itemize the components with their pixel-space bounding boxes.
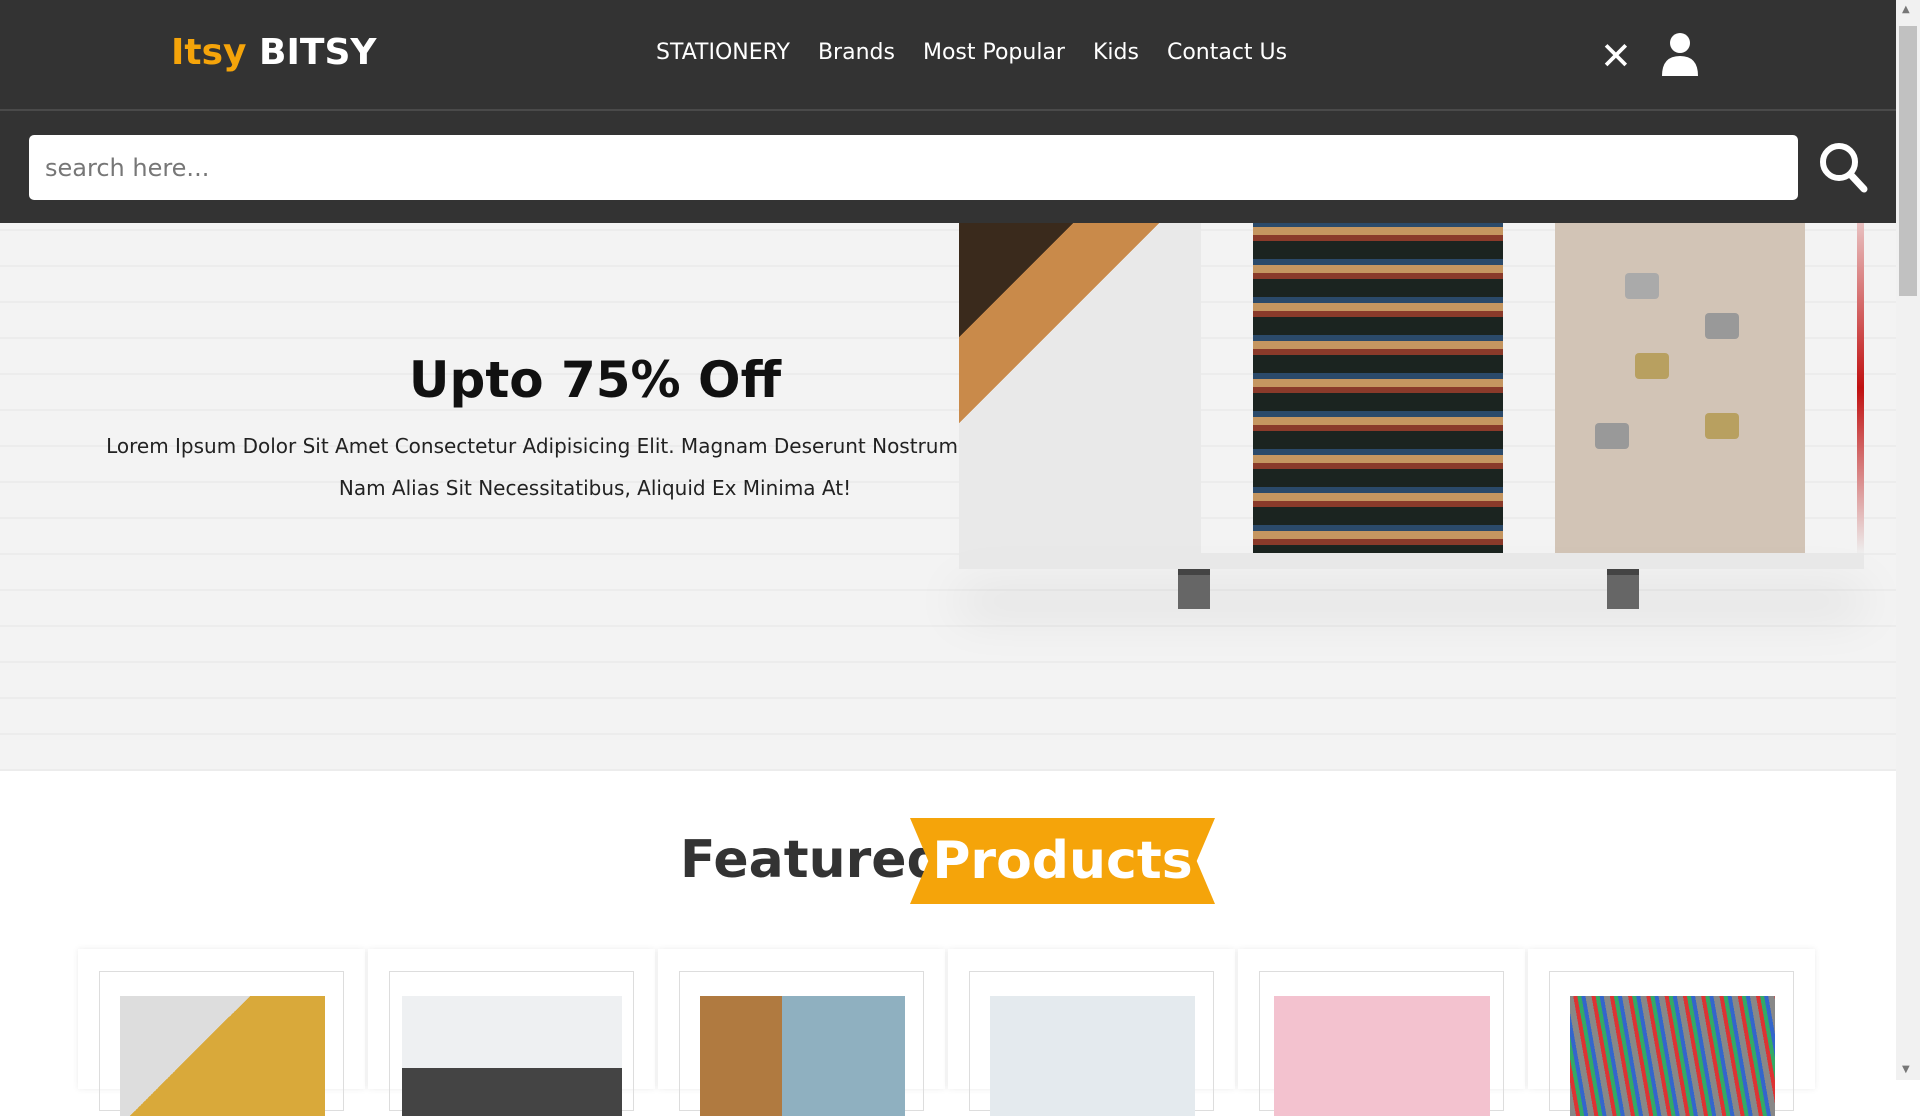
logo-main: BITSY	[259, 32, 377, 73]
search-bar	[0, 111, 1896, 223]
logo-accent: Itsy	[171, 32, 247, 73]
hero-banner: Upto 75% Off Lorem Ipsum Dolor Sit Amet …	[0, 223, 1896, 771]
scrollbar-thumb[interactable]	[1899, 26, 1917, 296]
nav-stationery[interactable]: STATIONERY	[656, 40, 790, 65]
partial-image	[1857, 223, 1864, 553]
search-icon[interactable]	[1818, 141, 1868, 193]
heading-products: Products	[932, 831, 1193, 891]
search-input[interactable]	[29, 135, 1798, 200]
user-icon[interactable]	[1660, 32, 1700, 76]
scroll-up-arrow[interactable]: ▲	[1902, 4, 1910, 15]
logo[interactable]: Itsy BITSY	[171, 32, 376, 73]
product-card[interactable]	[948, 949, 1235, 1116]
product-card[interactable]	[368, 949, 655, 1116]
close-icon[interactable]: ✕	[1600, 34, 1632, 78]
scroll-down-arrow[interactable]: ▼	[1902, 1064, 1910, 1075]
nav-kids[interactable]: Kids	[1093, 40, 1139, 65]
nav-contact-us[interactable]: Contact Us	[1167, 40, 1287, 65]
shelf	[959, 553, 1864, 569]
product-card[interactable]	[1238, 949, 1525, 1116]
heading-products-badge: Products	[910, 818, 1215, 904]
bookshelf-image	[1253, 223, 1503, 553]
shelf-bracket	[1607, 569, 1639, 609]
heading-featured: Featured	[680, 830, 944, 890]
stationery-image	[959, 223, 1201, 553]
product-card[interactable]	[1528, 949, 1815, 1116]
product-card[interactable]	[658, 949, 945, 1116]
product-card[interactable]	[78, 949, 365, 1116]
shelf-bracket	[1178, 569, 1210, 609]
nav-brands[interactable]: Brands	[818, 40, 895, 65]
binder-clips-image	[1555, 223, 1805, 553]
featured-heading: Featured Products	[0, 818, 1896, 906]
header: Itsy BITSY STATIONERY Brands Most Popula…	[0, 0, 1896, 111]
nav-most-popular[interactable]: Most Popular	[923, 40, 1065, 65]
main-nav: STATIONERY Brands Most Popular Kids Cont…	[656, 40, 1287, 65]
